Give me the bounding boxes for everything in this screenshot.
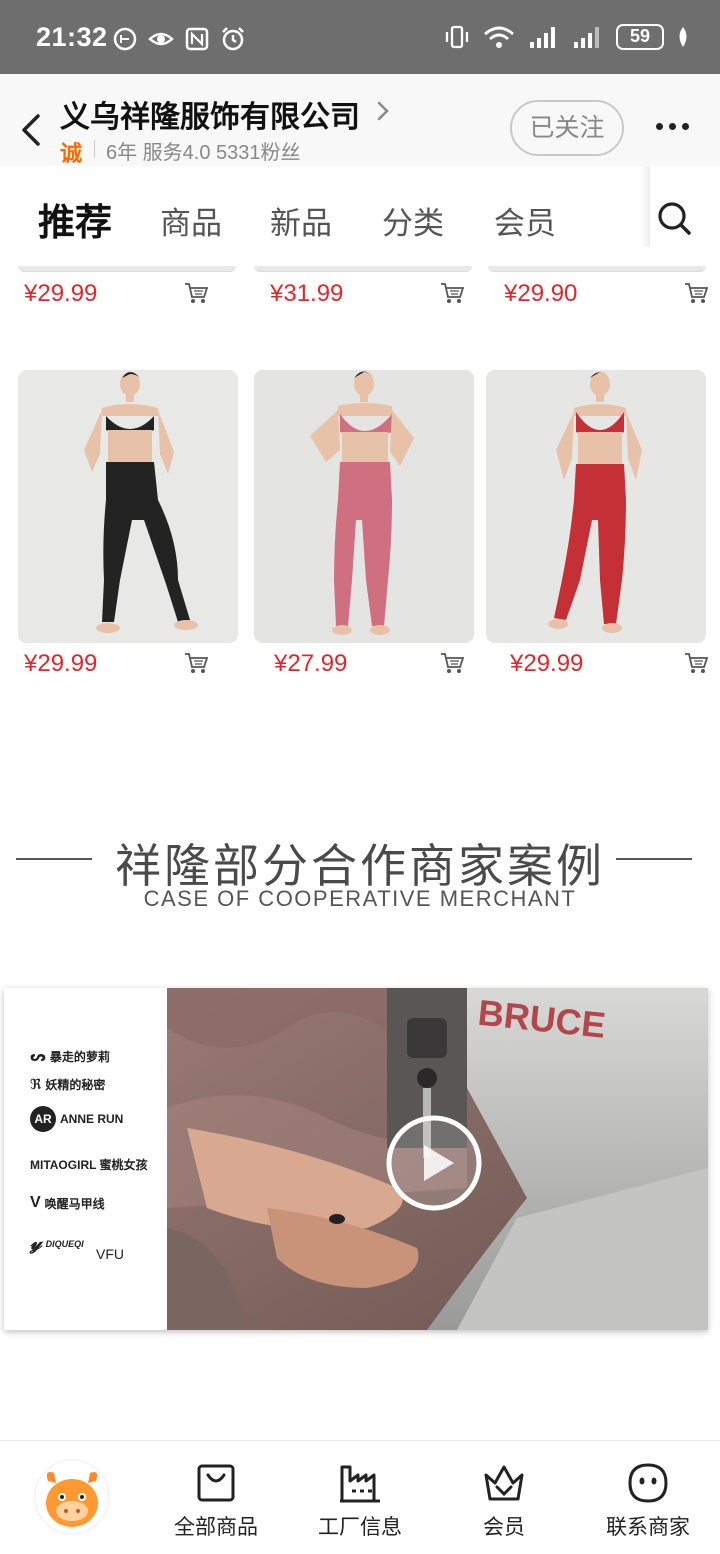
tab-new[interactable]: 新品 bbox=[270, 198, 332, 243]
brand-logos: ᔕ 暴走的萝莉 ℜ 妖精的秘密 AR ANNE RUN MITAOGIRL 蜜桃女孩 … bbox=[4, 988, 167, 1330]
status-icons-left bbox=[112, 26, 246, 52]
product-price: ¥27.99 bbox=[274, 650, 348, 677]
more-icon[interactable] bbox=[652, 114, 692, 138]
product-price: ¥31.99 bbox=[270, 280, 344, 307]
signal-icon bbox=[530, 27, 555, 48]
nav-label: 全部商品 bbox=[174, 1516, 258, 1539]
tab-fade bbox=[640, 166, 650, 246]
status-bar: 21:32 59 bbox=[0, 0, 720, 74]
product-image-cutoff[interactable] bbox=[488, 266, 706, 272]
cart-icon[interactable] bbox=[684, 282, 708, 304]
tab-member[interactable]: 会员 bbox=[494, 198, 556, 243]
cart-icon[interactable] bbox=[440, 652, 464, 674]
wifi-icon bbox=[484, 26, 514, 48]
alarm-icon bbox=[222, 27, 244, 51]
nav-label: 联系商家 bbox=[606, 1516, 690, 1539]
shop-meta: 6年 服务4.0 5331粉丝 bbox=[106, 142, 301, 164]
nav-label: 工厂信息 bbox=[318, 1516, 402, 1539]
leaf-icon bbox=[679, 27, 687, 47]
brand-logo: AR ANNE RUN bbox=[30, 1106, 123, 1132]
cart-icon[interactable] bbox=[184, 282, 208, 304]
section-subtitle: CASE OF COOPERATIVE MERCHANT bbox=[143, 886, 577, 911]
tab-category[interactable]: 分类 bbox=[382, 198, 444, 243]
brand-logo: ℜ 妖精的秘密 bbox=[30, 1076, 106, 1092]
merchant-case-banner[interactable]: ᔕ 暴走的萝莉 ℜ 妖精的秘密 AR ANNE RUN MITAOGIRL 蜜桃女孩 … bbox=[4, 988, 708, 1330]
tab-products[interactable]: 商品 bbox=[160, 198, 222, 243]
shop-header: 义乌祥隆服饰有限公司 诚 6年 服务4.0 5331粉丝 已关注 bbox=[0, 74, 720, 166]
integrity-badge: 诚 bbox=[60, 141, 83, 166]
status-time: 21:32 bbox=[36, 22, 108, 52]
status-icons-right: 59 bbox=[444, 24, 690, 50]
battery-indicator: 59 bbox=[616, 24, 664, 50]
brand-logo: VFU bbox=[96, 1246, 124, 1262]
cart-icon[interactable] bbox=[684, 652, 708, 674]
model-red-figure bbox=[486, 370, 706, 643]
follow-button[interactable]: 已关注 bbox=[510, 100, 624, 156]
eye-icon bbox=[148, 32, 174, 46]
model-pink-figure bbox=[254, 370, 474, 643]
product-price: ¥29.99 bbox=[24, 280, 98, 307]
chat-icon bbox=[628, 1463, 668, 1503]
brand-logo: 𝓎 DIQUEQI bbox=[30, 1232, 84, 1254]
search-icon[interactable] bbox=[656, 200, 692, 236]
chevron-right-icon[interactable] bbox=[372, 98, 394, 124]
cart-icon[interactable] bbox=[440, 282, 464, 304]
back-icon[interactable] bbox=[14, 110, 48, 150]
bottom-nav: 全部商品 工厂信息 会员 联系商家 bbox=[0, 1440, 720, 1554]
shop-name[interactable]: 义乌祥隆服饰有限公司 bbox=[60, 92, 360, 136]
product-image[interactable] bbox=[18, 370, 238, 643]
product-price: ¥29.90 bbox=[504, 280, 578, 307]
nav-contact[interactable]: 联系商家 bbox=[588, 1461, 708, 1541]
factory-icon bbox=[340, 1465, 380, 1503]
crown-icon bbox=[484, 1465, 524, 1501]
nav-label: 会员 bbox=[483, 1516, 525, 1539]
signal-2-icon bbox=[574, 27, 599, 48]
brand-logo: ᔕ 暴走的萝莉 bbox=[30, 1048, 110, 1064]
mascot-avatar[interactable] bbox=[34, 1459, 110, 1535]
bag-icon bbox=[197, 1464, 235, 1502]
nav-factory-info[interactable]: 工厂信息 bbox=[300, 1461, 420, 1541]
product-price: ¥29.99 bbox=[24, 650, 98, 677]
brand-logo: MITAOGIRL 蜜桃女孩 bbox=[30, 1158, 148, 1172]
product-image-cutoff[interactable] bbox=[18, 266, 236, 272]
vibrate-icon bbox=[445, 25, 469, 49]
brand-logo: V 唤醒马甲线 bbox=[30, 1194, 105, 1211]
nav-all-products[interactable]: 全部商品 bbox=[156, 1461, 276, 1541]
nfc-icon bbox=[185, 27, 209, 51]
tab-bar: 推荐 商品 新品 分类 会员 bbox=[0, 166, 720, 266]
model-black-figure bbox=[18, 370, 238, 643]
notification-icon bbox=[113, 27, 137, 51]
cart-icon[interactable] bbox=[184, 652, 208, 674]
meta-divider bbox=[94, 140, 95, 158]
play-icon[interactable] bbox=[384, 1113, 484, 1213]
product-image[interactable] bbox=[254, 370, 474, 643]
nav-member[interactable]: 会员 bbox=[444, 1461, 564, 1541]
product-image-cutoff[interactable] bbox=[254, 266, 472, 272]
tab-recommend[interactable]: 推荐 bbox=[38, 192, 112, 246]
product-image[interactable] bbox=[486, 370, 706, 643]
product-price: ¥29.99 bbox=[510, 650, 584, 677]
